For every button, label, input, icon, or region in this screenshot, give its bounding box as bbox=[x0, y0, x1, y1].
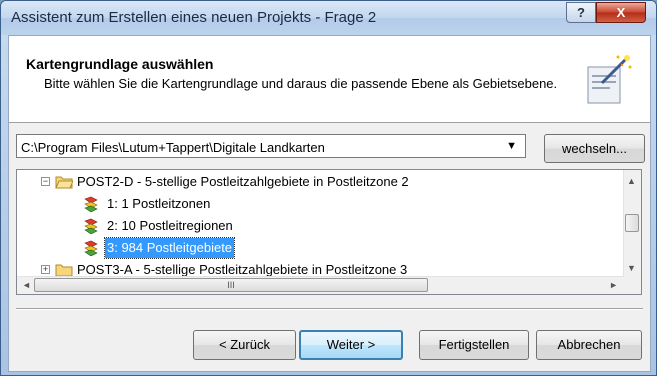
chevron-down-icon[interactable]: ▼ bbox=[506, 140, 517, 152]
next-button[interactable]: Weiter > bbox=[299, 330, 403, 360]
scroll-up-icon[interactable]: ▲ bbox=[627, 176, 636, 186]
cancel-button[interactable]: Abbrechen bbox=[536, 330, 642, 360]
tree-item-label: POST2-D - 5-stellige Postleitzahlgebiete… bbox=[77, 174, 409, 189]
wizard-client-area: Kartengrundlage auswählen Bitte wählen S… bbox=[8, 35, 651, 372]
header-description: Bitte wählen Sie die Kartengrundlage und… bbox=[44, 76, 558, 91]
map-layer-tree[interactable]: − POST2-D - 5-stellige Postleitzahlgebie… bbox=[16, 169, 642, 295]
horizontal-scrollbar[interactable]: ◄ III ► bbox=[17, 276, 624, 294]
layer-icon bbox=[84, 196, 98, 212]
scroll-corner bbox=[624, 277, 641, 294]
folder-icon bbox=[55, 264, 73, 277]
help-button[interactable]: ? bbox=[566, 2, 596, 23]
map-path-value: C:\Program Files\Lutum+Tappert\Digitale … bbox=[21, 140, 325, 155]
expand-icon[interactable]: + bbox=[41, 265, 50, 274]
map-path-combobox[interactable]: C:\Program Files\Lutum+Tappert\Digitale … bbox=[16, 134, 526, 158]
wizard-icon bbox=[587, 55, 632, 104]
change-path-button[interactable]: wechseln... bbox=[544, 134, 645, 163]
close-button[interactable]: X bbox=[596, 2, 646, 23]
vertical-scroll-thumb[interactable] bbox=[625, 214, 639, 232]
title-bar[interactable]: Assistent zum Erstellen eines neuen Proj… bbox=[1, 1, 656, 35]
tree-item-label: 2: 10 Postleitregionen bbox=[107, 218, 233, 233]
vertical-scrollbar[interactable]: ▲ ▼ bbox=[623, 170, 641, 277]
scroll-down-icon[interactable]: ▼ bbox=[627, 263, 636, 273]
wizard-header: Kartengrundlage auswählen Bitte wählen S… bbox=[9, 36, 650, 123]
tree-item-label: 1: 1 Postleitzonen bbox=[107, 196, 211, 211]
header-title: Kartengrundlage auswählen bbox=[26, 56, 214, 72]
scroll-right-icon[interactable]: ► bbox=[609, 280, 618, 290]
tree-item-label: 3: 984 Postleitgebiete bbox=[103, 237, 236, 259]
finish-button[interactable]: Fertigstellen bbox=[419, 330, 529, 360]
scroll-left-icon[interactable]: ◄ bbox=[22, 280, 31, 290]
wizard-window: Assistent zum Erstellen eines neuen Proj… bbox=[0, 0, 657, 376]
layer-icon bbox=[84, 218, 98, 234]
folder-open-icon bbox=[55, 176, 73, 189]
collapse-icon[interactable]: − bbox=[41, 177, 50, 186]
back-button[interactable]: < Zurück bbox=[193, 330, 296, 360]
window-title: Assistent zum Erstellen eines neuen Proj… bbox=[11, 9, 377, 26]
horizontal-scroll-thumb[interactable]: III bbox=[34, 278, 428, 292]
layer-icon bbox=[84, 240, 98, 256]
button-separator bbox=[16, 308, 643, 310]
